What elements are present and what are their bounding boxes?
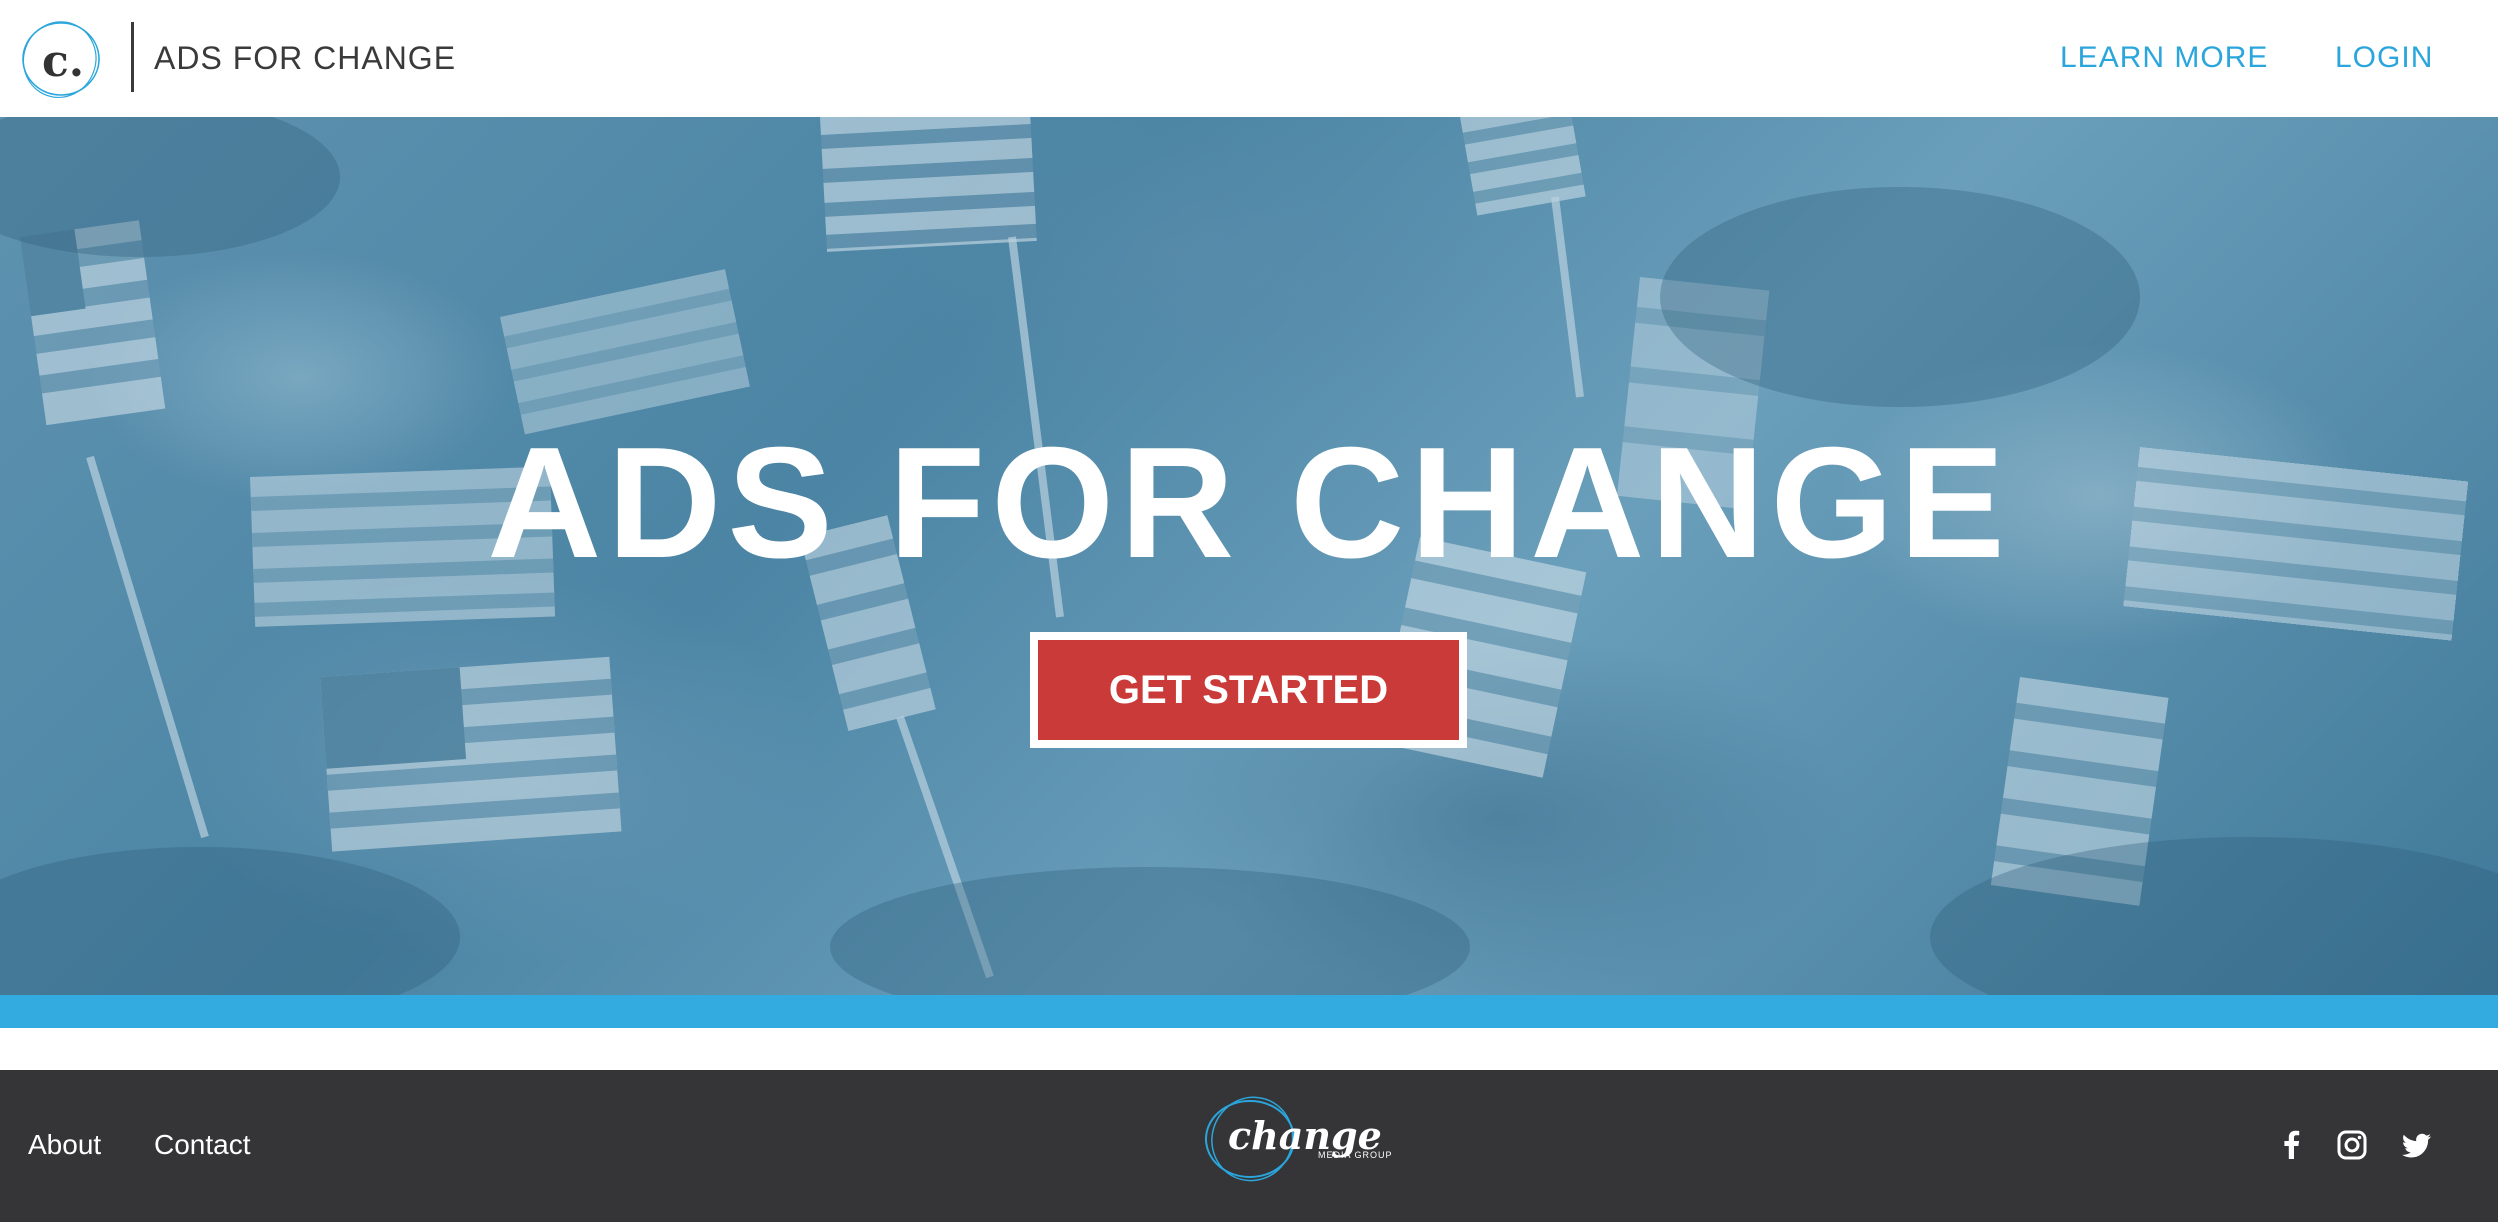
- hero-title: ADS FOR CHANGE: [487, 415, 2011, 591]
- facebook-icon[interactable]: [2272, 1125, 2312, 1165]
- site-footer: About Contact change MEDIA GROUP: [0, 1070, 2498, 1222]
- change-logo-icon[interactable]: c.: [20, 18, 102, 100]
- instagram-icon[interactable]: [2332, 1125, 2372, 1165]
- brand-name[interactable]: ADS FOR CHANGE: [154, 38, 456, 78]
- twitter-icon[interactable]: [2396, 1125, 2436, 1165]
- footer-about-link[interactable]: About: [28, 1125, 101, 1165]
- logo-subtitle: MEDIA GROUP: [1318, 1150, 1393, 1160]
- hero-banner: ADS FOR CHANGE GET STARTED: [0, 117, 2498, 995]
- change-media-group-logo[interactable]: change MEDIA GROUP: [1200, 1094, 1393, 1184]
- logo-divider: [131, 22, 134, 92]
- svg-text:c.: c.: [42, 36, 84, 87]
- footer-contact-link[interactable]: Contact: [154, 1125, 251, 1165]
- get-started-button[interactable]: GET STARTED: [1030, 632, 1467, 748]
- nav-login-link[interactable]: LOGIN: [2335, 38, 2433, 78]
- nav-learn-more-link[interactable]: LEARN MORE: [2060, 38, 2268, 78]
- site-header: c. ADS FOR CHANGE LEARN MORE LOGIN: [0, 0, 2498, 117]
- accent-stripe: [0, 995, 2498, 1028]
